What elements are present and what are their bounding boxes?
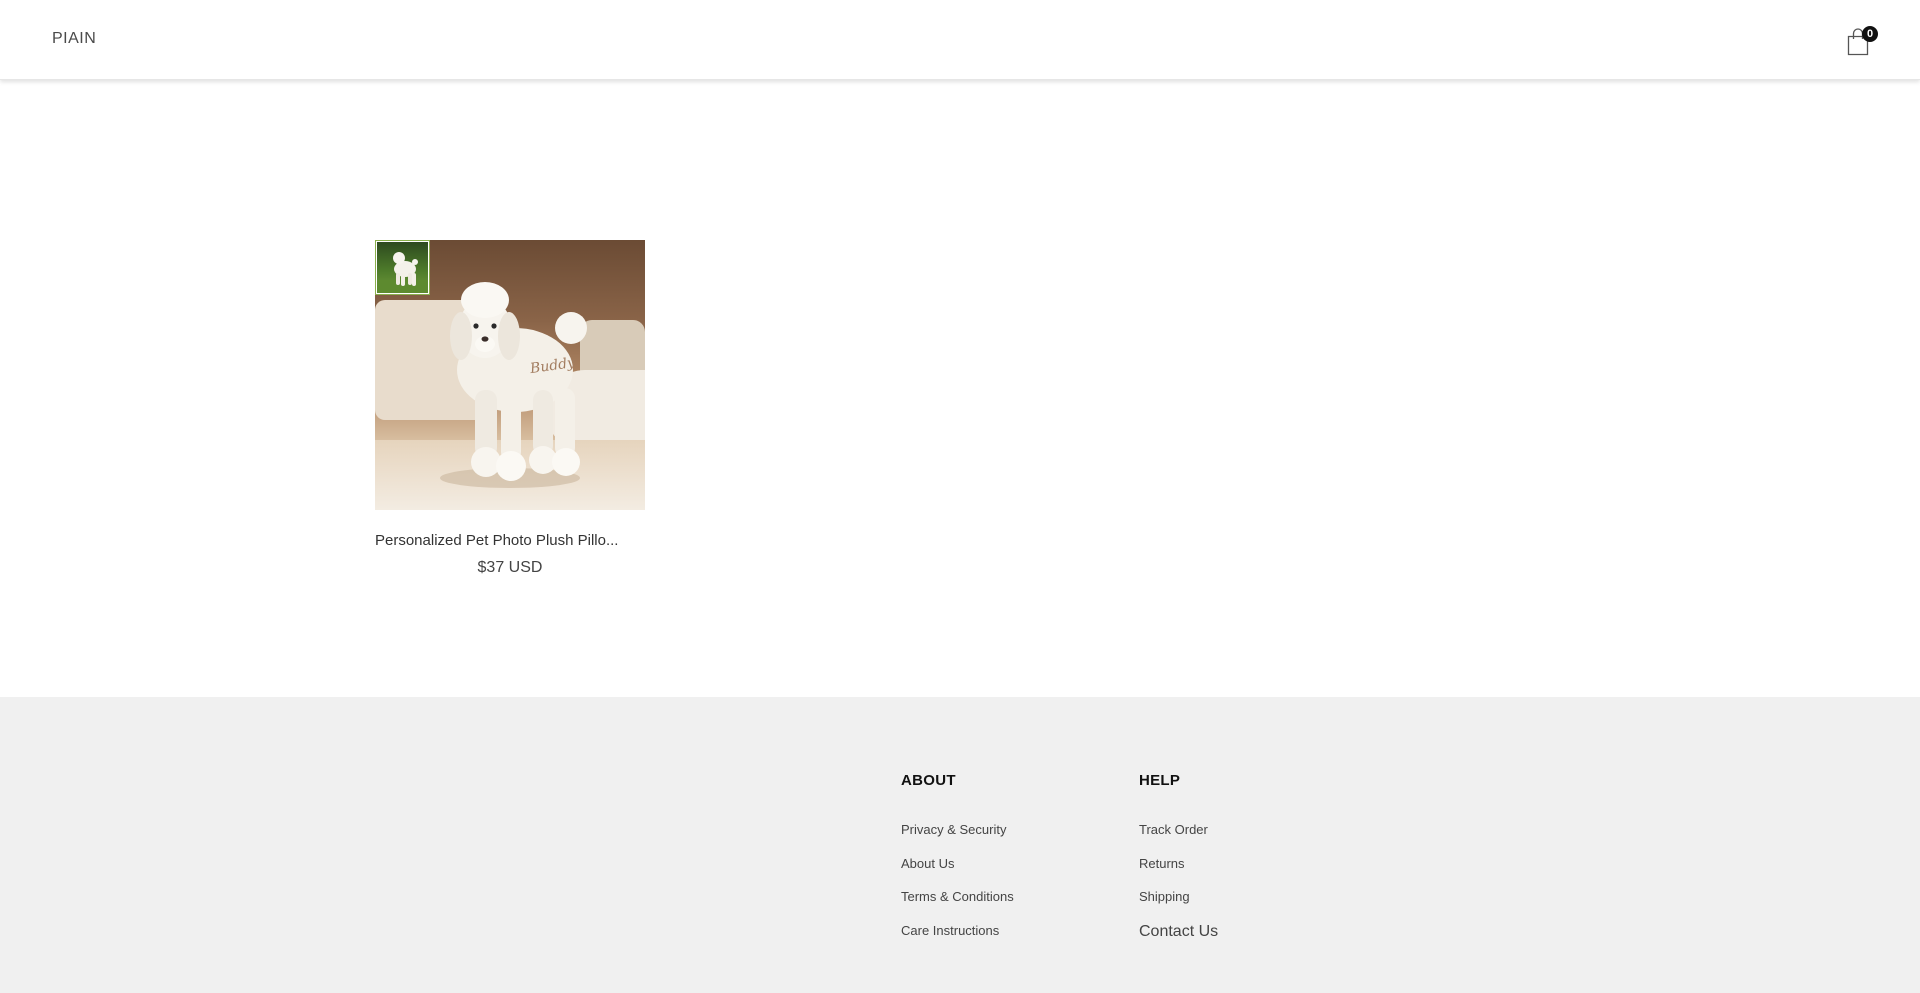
footer-about-column: ABOUT Privacy & Security About Us Terms …	[901, 772, 1014, 956]
product-card[interactable]: Buddy Personalized Pet Photo Plush Pillo…	[375, 240, 645, 577]
product-image[interactable]: Buddy	[375, 240, 645, 510]
footer-link-returns[interactable]: Returns	[1139, 856, 1218, 876]
footer-link-privacy-security[interactable]: Privacy & Security	[901, 822, 1014, 842]
product-price: $37 USD	[477, 559, 543, 576]
product-title[interactable]: Personalized Pet Photo Plush Pillo...	[375, 532, 645, 549]
cart-count-badge: 0	[1862, 26, 1878, 42]
poodle-thumbnail-illustration	[377, 252, 428, 293]
footer-help-column: HELP Track Order Returns Shipping Contac…	[1139, 772, 1218, 956]
store-logo[interactable]: PIAIN	[52, 30, 96, 48]
footer-link-track-order[interactable]: Track Order	[1139, 822, 1218, 842]
cart-button[interactable]: 0	[1843, 26, 1878, 58]
footer-link-shipping[interactable]: Shipping	[1139, 889, 1218, 909]
footer-about-heading: ABOUT	[901, 772, 956, 789]
site-header: PIAIN 0	[0, 0, 1920, 80]
footer-link-contact-us[interactable]: Contact Us	[1139, 923, 1218, 943]
site-footer: ABOUT Privacy & Security About Us Terms …	[0, 697, 1920, 993]
footer-help-heading: HELP	[1139, 772, 1181, 789]
footer-link-about-us[interactable]: About Us	[901, 856, 1014, 876]
footer-link-terms-conditions[interactable]: Terms & Conditions	[901, 889, 1014, 909]
footer-link-care-instructions[interactable]: Care Instructions	[901, 923, 1014, 943]
product-thumbnail[interactable]	[375, 240, 430, 295]
